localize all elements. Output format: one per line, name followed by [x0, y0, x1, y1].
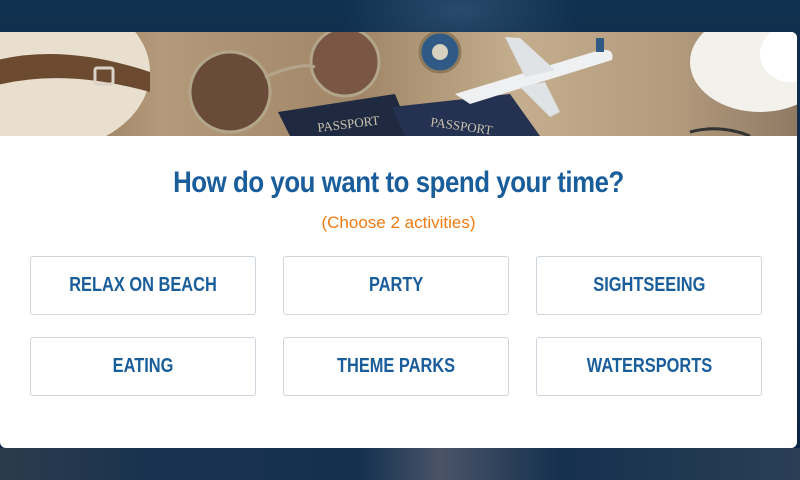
activity-button-watersports[interactable]: WATERSPORTS [536, 337, 762, 396]
activity-label: PARTY [368, 274, 424, 296]
activity-label: SIGHTSEEING [592, 274, 706, 296]
activity-button-party[interactable]: PARTY [283, 256, 509, 315]
activity-button-eating[interactable]: EATING [30, 337, 256, 396]
activity-label: THEME PARKS [336, 355, 456, 377]
travel-flatlay-image: PASSPORT PASSPORT [0, 32, 797, 136]
modal-content: How do you want to spend your time? (Cho… [0, 136, 797, 448]
activity-label: EATING [112, 355, 174, 377]
backdrop-image-strip [0, 448, 800, 480]
selection-hint: (Choose 2 activities) [321, 213, 476, 232]
hero-image: PASSPORT PASSPORT [0, 32, 797, 136]
question-title: How do you want to spend your time? [173, 166, 624, 199]
activity-button-relax-on-beach[interactable]: RELAX ON BEACH [30, 256, 256, 315]
activity-button-sightseeing[interactable]: SIGHTSEEING [536, 256, 762, 315]
activity-button-theme-parks[interactable]: THEME PARKS [283, 337, 509, 396]
activity-modal: PASSPORT PASSPORT How do you want to spe… [0, 32, 797, 448]
activity-label: WATERSPORTS [586, 355, 712, 377]
activity-label: RELAX ON BEACH [69, 274, 217, 296]
